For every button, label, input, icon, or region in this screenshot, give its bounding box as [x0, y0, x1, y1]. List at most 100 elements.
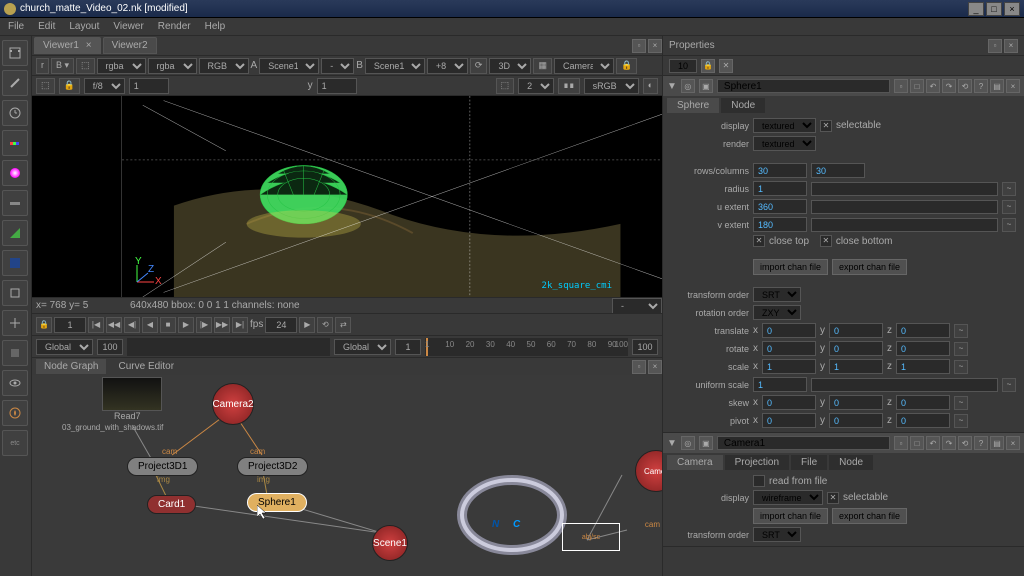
rotate-z-input[interactable]	[896, 341, 950, 356]
viewer-r-button[interactable]: r	[36, 58, 49, 74]
menu-file[interactable]: File	[8, 21, 24, 32]
panel-ab-icon[interactable]: ▤	[990, 436, 1004, 450]
viewer-3d-select[interactable]: 3D	[489, 58, 531, 74]
step-forward-button[interactable]: |▶	[196, 317, 212, 333]
uext-anim-button[interactable]: ~	[1002, 200, 1016, 214]
panel-redo-icon[interactable]: ↷	[942, 79, 956, 93]
tab-curveeditor[interactable]: Curve Editor	[110, 359, 182, 374]
viewer-scene-a-select[interactable]: Scene1	[259, 58, 319, 74]
viewer-wipe-select[interactable]: -	[321, 58, 354, 74]
fast-forward-button[interactable]: ▶|	[232, 317, 248, 333]
viewer-rgba2-select[interactable]: rgba	[148, 58, 197, 74]
skew-z-input[interactable]	[896, 395, 950, 410]
viewer-close-icon[interactable]: ×	[648, 39, 662, 53]
tool-colorwheel-icon[interactable]	[2, 160, 28, 186]
panel-undo-icon[interactable]: ↶	[926, 79, 940, 93]
viewer-zoom-select[interactable]: +8	[427, 58, 468, 74]
timeline-mode-select[interactable]: Global	[36, 339, 93, 355]
viewer-frame-b-input[interactable]	[317, 78, 357, 94]
display-select[interactable]: textured	[753, 118, 816, 133]
translate-anim-button[interactable]: ~	[954, 324, 968, 338]
closetop-check[interactable]	[753, 235, 765, 247]
lock-frame-button[interactable]: 🔒	[36, 317, 52, 333]
play-forward-button[interactable]: ▶	[178, 317, 194, 333]
panel-revert-icon[interactable]: ⟲	[958, 436, 972, 450]
rotate-anim-button[interactable]: ~	[954, 342, 968, 356]
viewer-lock-button[interactable]: 🔒	[616, 58, 637, 74]
menu-layout[interactable]: Layout	[69, 21, 99, 32]
viewer-srgb-select[interactable]: sRGB	[584, 78, 639, 94]
viewer-camera-select[interactable]: Camera1	[554, 58, 614, 74]
node-camera2[interactable]: Camera2	[212, 383, 254, 425]
panel-ab-icon[interactable]: ▤	[990, 79, 1004, 93]
pivot-z-input[interactable]	[896, 413, 950, 428]
prev-key-button[interactable]: ◀◀	[106, 317, 122, 333]
tool-clock-icon[interactable]	[2, 100, 28, 126]
viewer-opts2-button[interactable]: ⬚	[36, 78, 55, 94]
viewer-rgb-select[interactable]: RGB	[199, 58, 249, 74]
panel-center-icon[interactable]: ◎	[681, 436, 695, 450]
translate-x-input[interactable]	[762, 323, 816, 338]
menu-edit[interactable]: Edit	[38, 21, 55, 32]
frame-end2-input[interactable]	[632, 339, 658, 355]
selectable-check[interactable]	[820, 120, 832, 132]
properties-float-icon[interactable]: ▫	[988, 39, 1002, 53]
viewer-float-icon[interactable]: ▫	[632, 39, 646, 53]
panel-close-icon[interactable]: ×	[1006, 79, 1020, 93]
pivot-y-input[interactable]	[829, 413, 883, 428]
tool-bars-icon[interactable]	[2, 250, 28, 276]
import-chan-button[interactable]: import chan file	[753, 259, 828, 275]
step-back-button[interactable]: ◀|	[124, 317, 140, 333]
loop-button[interactable]: ⟲	[317, 317, 333, 333]
pivot-x-input[interactable]	[762, 413, 816, 428]
export-chan-button[interactable]: export chan file	[832, 259, 907, 275]
render-select[interactable]: textured	[753, 136, 816, 151]
node-project3d1[interactable]: Project3D1	[127, 457, 198, 476]
status-select[interactable]: -	[612, 298, 662, 314]
fps-input[interactable]	[265, 317, 297, 333]
scale-anim-button[interactable]: ~	[954, 360, 968, 374]
tab-viewer1[interactable]: Viewer1 ×	[34, 37, 101, 54]
tool-cube-icon[interactable]	[2, 340, 28, 366]
panel-close-icon[interactable]: ×	[1006, 436, 1020, 450]
panel-locate-icon[interactable]: ▣	[699, 79, 713, 93]
vext-slider[interactable]	[811, 218, 998, 232]
viewer-pause-button[interactable]: ∎∎	[558, 78, 579, 94]
tab-camera-node[interactable]: Node	[829, 455, 873, 470]
sync-button[interactable]: ⇄	[335, 317, 351, 333]
play-back-button[interactable]: ◀	[142, 317, 158, 333]
vext-input[interactable]	[753, 217, 807, 232]
scale-z-input[interactable]	[896, 359, 950, 374]
viewer-roi-button[interactable]: ▦	[533, 58, 552, 74]
panel-locate-icon[interactable]: ▣	[699, 436, 713, 450]
frame-ruler[interactable]	[127, 338, 330, 356]
current-frame-input[interactable]	[395, 339, 421, 355]
cam-display-select[interactable]: wireframe	[753, 490, 823, 505]
rotate-y-input[interactable]	[829, 341, 883, 356]
viewer-zoom2-select[interactable]: 2	[518, 78, 554, 94]
radius-input[interactable]	[753, 181, 807, 196]
radius-slider[interactable]	[811, 182, 998, 196]
panel-redo-icon[interactable]: ↷	[942, 436, 956, 450]
tool-film-icon[interactable]	[2, 40, 28, 66]
cam-transform-order-select[interactable]: SRT	[753, 527, 801, 542]
panel-float-icon[interactable]: ▫	[894, 436, 908, 450]
rotate-x-input[interactable]	[762, 341, 816, 356]
node-graph[interactable]: Read7 03_ground_with_shadows.tif Camera2…	[32, 375, 662, 576]
viewer-refresh-button[interactable]: ⟳	[470, 58, 488, 74]
vext-anim-button[interactable]: ~	[1002, 218, 1016, 232]
tab-sphere[interactable]: Sphere	[667, 98, 719, 113]
tool-gradient-icon[interactable]	[2, 130, 28, 156]
panel-revert-icon[interactable]: ⟲	[958, 79, 972, 93]
uniform-scale-slider[interactable]	[811, 378, 998, 392]
panel-help-icon[interactable]: ?	[974, 79, 988, 93]
cols-input[interactable]	[811, 163, 865, 178]
cam-export-chan-button[interactable]: export chan file	[832, 508, 907, 524]
tab-nodegraph[interactable]: Node Graph	[36, 359, 106, 374]
uniform-scale-anim-button[interactable]: ~	[1002, 378, 1016, 392]
frame-end-input[interactable]	[97, 339, 123, 355]
frame-start-input[interactable]	[54, 317, 86, 333]
tool-ramp-icon[interactable]	[2, 220, 28, 246]
next-key-button[interactable]: ▶▶	[214, 317, 230, 333]
translate-y-input[interactable]	[829, 323, 883, 338]
